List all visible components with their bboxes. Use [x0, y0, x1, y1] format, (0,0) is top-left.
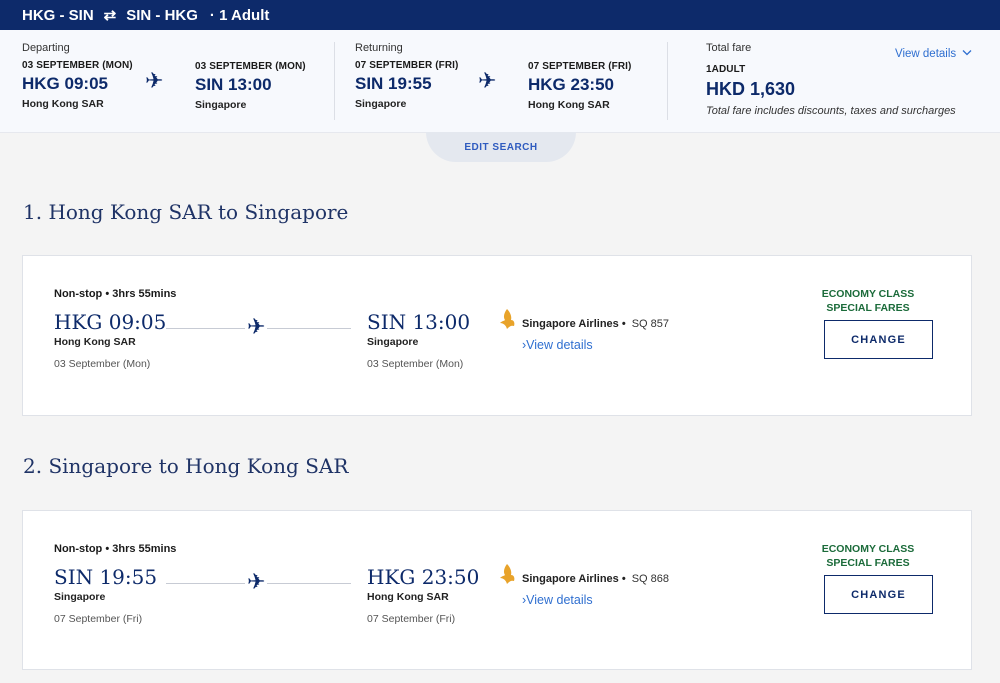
departure-city: Singapore — [54, 591, 106, 603]
arrival-date: 07 September (Fri) — [367, 613, 456, 625]
cabin-class: ECONOMY CLASS SPECIAL FARES — [813, 542, 923, 570]
arrival-date: 03 September (Mon) — [367, 358, 464, 370]
flight-number: SQ 857 — [631, 318, 670, 330]
fare-amount: HKD 1,630 — [706, 79, 796, 99]
departing-arrival-city: Singapore — [195, 99, 247, 111]
plane-icon: ✈ — [245, 569, 268, 595]
outbound-route: HKG - SIN — [22, 6, 94, 24]
inbound-route: SIN - HKG — [126, 6, 198, 24]
arrows-swap-icon: ⇄ — [103, 7, 117, 24]
departure-date: 07 September (Fri) — [54, 613, 143, 625]
passenger-count: · 1 Adult — [209, 6, 270, 24]
divider — [334, 42, 335, 120]
fare-type-line: SPECIAL FARES — [826, 557, 910, 569]
arrival-time: HKG 23:50 — [367, 565, 480, 589]
cabin-class: ECONOMY CLASS SPECIAL FARES — [813, 287, 923, 315]
fare-type-line: SPECIAL FARES — [826, 302, 910, 314]
departure-time: SIN 19:55 — [54, 565, 158, 589]
edit-search-button[interactable]: EDIT SEARCH — [426, 132, 576, 162]
airline-logo-icon — [500, 564, 515, 584]
airline-name: Singapore Airlines • SQ 868 — [522, 573, 669, 585]
change-button[interactable]: CHANGE — [824, 575, 933, 614]
departing-date: 03 SEPTEMBER (MON) — [22, 60, 133, 71]
view-fare-details-label: View details — [895, 48, 957, 60]
fare-passengers: 1ADULT — [706, 64, 746, 75]
departing-city: Hong Kong SAR — [22, 98, 104, 110]
airline-logo-icon — [500, 309, 515, 329]
fare-note: Total fare includes discounts, taxes and… — [706, 105, 956, 117]
flight-duration: Non-stop • 3hrs 55mins — [54, 543, 177, 555]
route-bar: HKG - SIN ⇄ SIN - HKG · 1 Adult — [0, 0, 1000, 30]
returning-date: 07 SEPTEMBER (FRI) — [355, 60, 459, 71]
departing-arrival-time: SIN 13:00 — [195, 75, 272, 94]
returning-arrival-city: Hong Kong SAR — [528, 99, 610, 111]
returning-from: Returning 07 SEPTEMBER (FRI) SIN 19:55 S… — [355, 42, 458, 110]
divider — [667, 42, 668, 120]
departing-label: Departing — [22, 42, 70, 54]
returning-time: SIN 19:55 — [355, 74, 432, 93]
arrival-city: Singapore — [367, 336, 419, 348]
arrival-city: Hong Kong SAR — [367, 591, 449, 603]
flight-duration: Non-stop • 3hrs 55mins — [54, 288, 177, 300]
chevron-down-icon — [962, 50, 972, 56]
departure-date: 03 September (Mon) — [54, 358, 151, 370]
flight-card: Non-stop • 3hrs 55mins HKG 09:05 Hong Ko… — [22, 255, 972, 416]
plane-icon: ✈ — [478, 68, 497, 93]
view-fare-details-link[interactable]: View details — [895, 48, 972, 60]
section-title: 2. Singapore to Hong Kong SAR — [23, 454, 349, 478]
edit-search-label: EDIT SEARCH — [464, 141, 538, 153]
airline-name: Singapore Airlines • SQ 857 — [522, 318, 669, 330]
plane-icon: ✈ — [245, 314, 268, 340]
returning-to: 07 SEPTEMBER (FRI) HKG 23:50 Hong Kong S… — [528, 55, 631, 111]
view-flight-details-link[interactable]: ›View details — [522, 338, 593, 352]
returning-label: Returning — [355, 42, 403, 54]
departing-from: Departing 03 SEPTEMBER (MON) HKG 09:05 H… — [22, 42, 133, 110]
section-title: 1. Hong Kong SAR to Singapore — [23, 200, 349, 224]
change-button[interactable]: CHANGE — [824, 320, 933, 359]
flight-number: SQ 868 — [631, 573, 670, 585]
cabin-class-line: ECONOMY CLASS — [821, 543, 915, 555]
departing-arrival-date: 03 SEPTEMBER (MON) — [195, 61, 306, 72]
returning-city: Singapore — [355, 98, 407, 110]
flight-card: Non-stop • 3hrs 55mins SIN 19:55 Singapo… — [22, 510, 972, 670]
departure-time: HKG 09:05 — [54, 310, 167, 334]
view-flight-details-link[interactable]: ›View details — [522, 593, 593, 607]
departing-time: HKG 09:05 — [22, 74, 108, 93]
departing-to: 03 SEPTEMBER (MON) SIN 13:00 Singapore — [195, 55, 306, 111]
trip-summary: Departing 03 SEPTEMBER (MON) HKG 09:05 H… — [0, 30, 1000, 133]
returning-arrival-time: HKG 23:50 — [528, 75, 614, 94]
departure-city: Hong Kong SAR — [54, 336, 136, 348]
arrival-time: SIN 13:00 — [367, 310, 471, 334]
plane-icon: ✈ — [145, 68, 164, 93]
cabin-class-line: ECONOMY CLASS — [821, 288, 915, 300]
airline-label: Singapore Airlines • — [522, 573, 626, 585]
airline-label: Singapore Airlines • — [522, 318, 626, 330]
returning-arrival-date: 07 SEPTEMBER (FRI) — [528, 61, 632, 72]
